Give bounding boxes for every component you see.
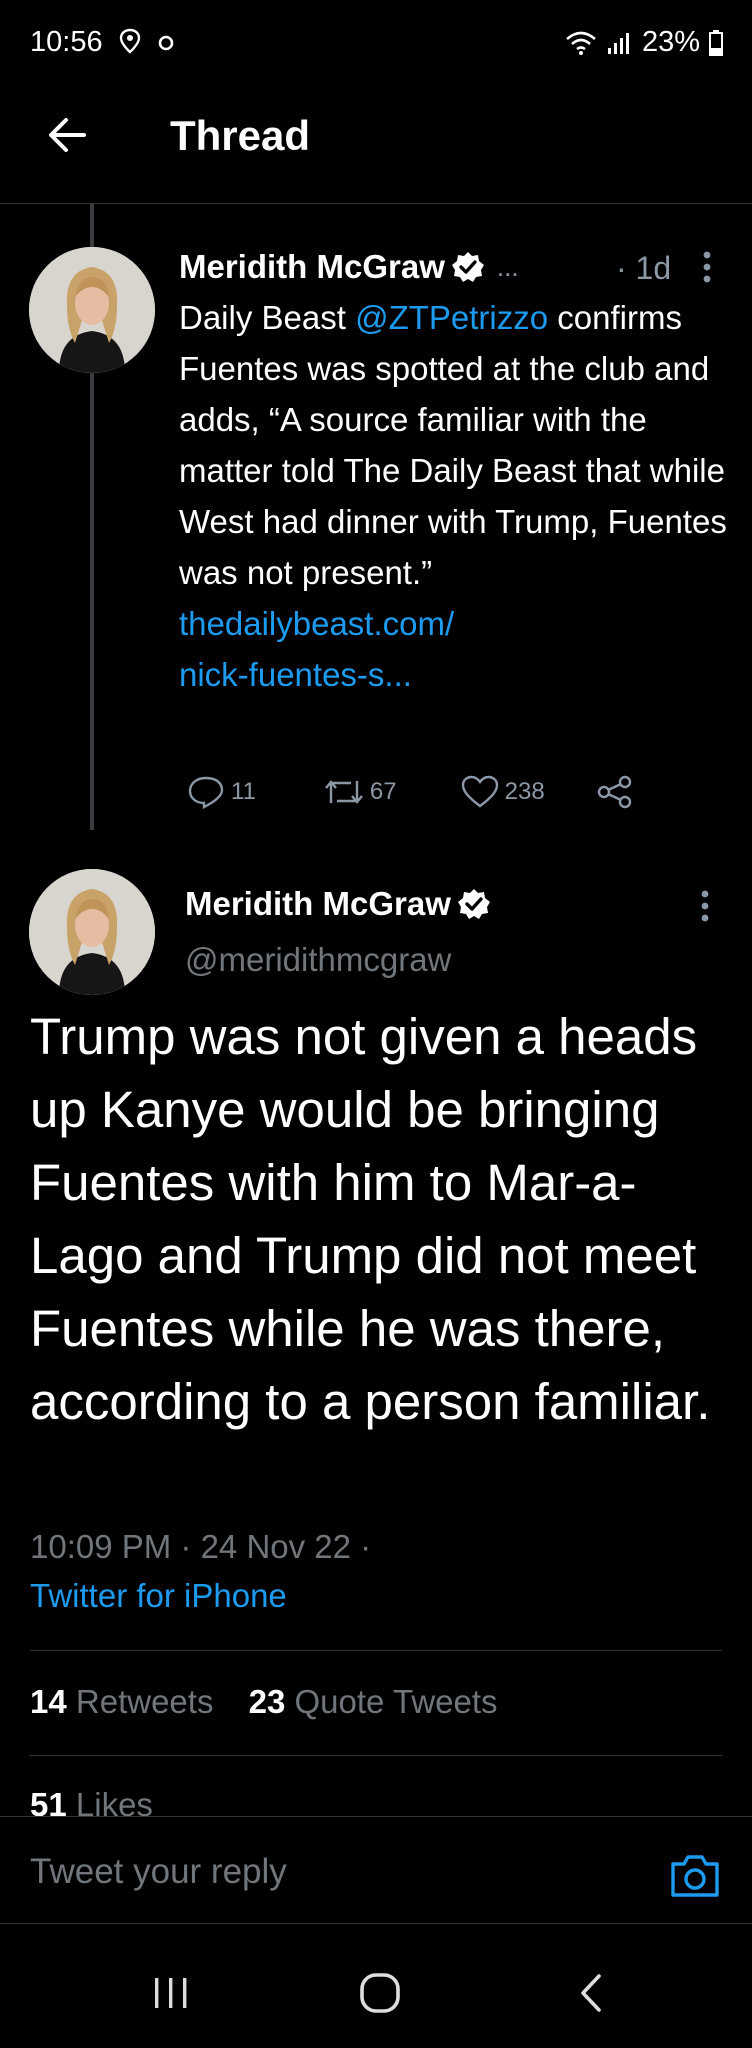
- more-icon[interactable]: [699, 250, 715, 284]
- record-icon: [158, 35, 174, 51]
- like-button[interactable]: 238: [461, 775, 545, 809]
- verified-icon: [451, 252, 484, 282]
- tweet-source-link[interactable]: Twitter for iPhone: [30, 1577, 287, 1615]
- quotes-stat[interactable]: 23 Quote Tweets: [249, 1683, 498, 1720]
- battery-icon: [709, 29, 723, 56]
- author-name[interactable]: Meridith McGraw: [185, 885, 451, 923]
- signal-icon: [607, 32, 629, 54]
- avatar[interactable]: [29, 247, 155, 373]
- status-indicators: 23%: [564, 26, 724, 59]
- author-handle[interactable]: @meridithmcgraw: [185, 941, 451, 979]
- header-divider: [0, 203, 752, 204]
- tweet-age: · 1d: [616, 250, 672, 286]
- author-name[interactable]: Meridith McGraw: [179, 248, 445, 286]
- tweet2-author-row: Meridith McGraw: [185, 885, 491, 923]
- reply-input[interactable]: Tweet your reply: [30, 1852, 287, 1892]
- page-title: Thread: [170, 112, 311, 159]
- nav-back-icon[interactable]: [578, 1972, 604, 2014]
- tweet-timestamp: 10:09 PM · 24 Nov 22 ·: [30, 1528, 372, 1565]
- wifi-icon: [566, 31, 596, 55]
- retweets-stat[interactable]: 14 Retweets: [30, 1683, 213, 1720]
- mention-link[interactable]: @ZTPetrizzo: [355, 299, 548, 336]
- reply-button[interactable]: 11: [187, 775, 256, 809]
- article-link[interactable]: thedailybeast.com/: [179, 605, 454, 642]
- home-icon[interactable]: [359, 1972, 401, 2014]
- share-icon: [597, 775, 631, 809]
- battery-percent: 23%: [641, 26, 700, 58]
- divider: [30, 1755, 722, 1756]
- tweet-stats: 14 Retweets 23 Quote Tweets: [30, 1683, 498, 1721]
- recents-icon[interactable]: [151, 1975, 191, 2011]
- back-arrow-icon[interactable]: [44, 112, 90, 158]
- location-icon: [119, 28, 140, 54]
- more-icon[interactable]: [697, 889, 713, 923]
- tweet2-text: Trump was not given a heads up Kanye wou…: [30, 1008, 711, 1430]
- article-link-continued[interactable]: nick-fuentes-s...: [179, 656, 412, 693]
- verified-icon: [457, 889, 490, 919]
- status-time: 10:56: [30, 26, 175, 59]
- tweet1-actions: 11 67 238: [187, 775, 633, 809]
- like-icon: [461, 775, 498, 808]
- divider: [30, 1650, 722, 1651]
- avatar[interactable]: [29, 869, 155, 995]
- share-button[interactable]: [597, 775, 633, 809]
- tweet1-text: Daily Beast @ZTPetrizzo confirms Fuentes…: [179, 299, 727, 693]
- tweet1-author-row: Meridith McGraw ...: [179, 248, 519, 286]
- reply-icon: [188, 776, 224, 809]
- retweet-icon: [325, 780, 363, 804]
- retweet-button[interactable]: 67: [324, 777, 397, 807]
- camera-icon[interactable]: [670, 1852, 720, 1898]
- author-ellipsis: ...: [496, 251, 519, 282]
